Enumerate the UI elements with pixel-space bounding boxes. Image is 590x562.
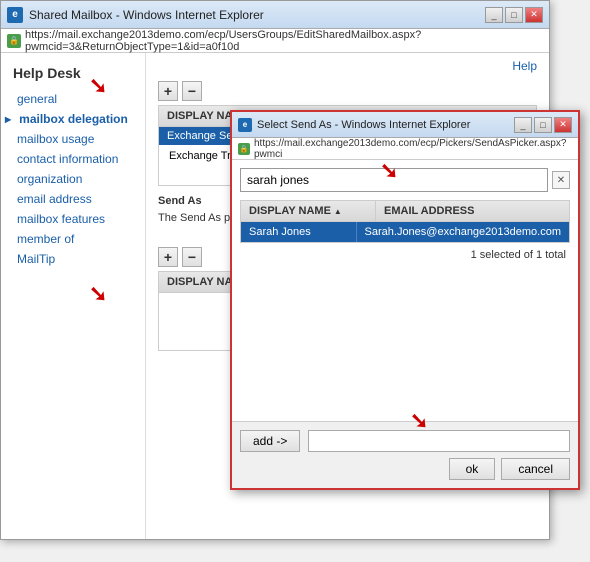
sidebar-email-label: email address bbox=[17, 192, 92, 206]
popup-title-bar: e Select Send As - Windows Internet Expl… bbox=[232, 112, 578, 138]
popup-col-email[interactable]: EMAIL ADDRESS bbox=[376, 201, 569, 221]
close-button[interactable]: ✕ bbox=[525, 7, 543, 23]
cancel-button[interactable]: cancel bbox=[501, 458, 570, 480]
main-title-bar: e Shared Mailbox - Windows Internet Expl… bbox=[1, 1, 549, 29]
sidebar-item-mailbox-delegation[interactable]: mailbox delegation bbox=[1, 109, 145, 129]
sidebar-item-organization[interactable]: organization bbox=[1, 169, 145, 189]
popup-row-name: Sarah Jones bbox=[241, 222, 357, 242]
search-input[interactable] bbox=[240, 168, 548, 192]
col-email-label: EMAIL ADDRESS bbox=[384, 205, 474, 217]
ok-button[interactable]: ok bbox=[449, 458, 496, 480]
main-address-bar: 🔒 https://mail.exchange2013demo.com/ecp/… bbox=[1, 29, 549, 53]
popup-window: e Select Send As - Windows Internet Expl… bbox=[230, 110, 580, 490]
ssl-icon: 🔒 bbox=[7, 34, 21, 48]
window-controls: _ □ ✕ bbox=[485, 7, 543, 23]
minimize-button[interactable]: _ bbox=[485, 7, 503, 23]
popup-actions-row: add -> bbox=[240, 430, 570, 452]
sidebar-item-member-of[interactable]: member of bbox=[1, 229, 145, 249]
sidebar: Help Desk general mailbox delegation mai… bbox=[1, 53, 146, 539]
sidebar-item-mailbox-usage[interactable]: mailbox usage bbox=[1, 129, 145, 149]
sidebar-contact-label: contact information bbox=[17, 152, 118, 166]
popup-ie-icon: e bbox=[238, 118, 252, 132]
popup-status: 1 selected of 1 total bbox=[240, 249, 570, 261]
sidebar-usage-label: mailbox usage bbox=[17, 132, 94, 146]
title-left: e Shared Mailbox - Windows Internet Expl… bbox=[7, 7, 264, 23]
sidebar-delegation-label: mailbox delegation bbox=[19, 112, 128, 126]
sidebar-mailtip-label: MailTip bbox=[17, 252, 55, 266]
add-button-1[interactable]: + bbox=[158, 81, 178, 101]
sidebar-item-general[interactable]: general bbox=[1, 89, 145, 109]
sidebar-item-mailtip[interactable]: MailTip bbox=[1, 249, 145, 269]
sidebar-member-label: member of bbox=[17, 232, 74, 246]
popup-title-text: Select Send As - Windows Internet Explor… bbox=[257, 119, 470, 131]
add-button[interactable]: add -> bbox=[240, 430, 300, 452]
popup-ok-cancel: ok cancel bbox=[240, 458, 570, 480]
popup-window-controls: _ □ ✕ bbox=[514, 117, 572, 133]
search-row: ✕ bbox=[240, 168, 570, 192]
sidebar-item-mailbox-features[interactable]: mailbox features bbox=[1, 209, 145, 229]
popup-table-row[interactable]: Sarah Jones Sarah.Jones@exchange2013demo… bbox=[241, 222, 569, 242]
popup-table-header: DISPLAY NAME EMAIL ADDRESS bbox=[241, 201, 569, 222]
popup-address-bar: 🔒 https://mail.exchange2013demo.com/ecp/… bbox=[232, 138, 578, 160]
help-link[interactable]: Help bbox=[512, 59, 537, 73]
popup-row-email: Sarah.Jones@exchange2013demo.com bbox=[357, 222, 569, 242]
ie-icon: e bbox=[7, 7, 23, 23]
restore-button[interactable]: □ bbox=[505, 7, 523, 23]
sidebar-org-label: organization bbox=[17, 172, 82, 186]
popup-table: DISPLAY NAME EMAIL ADDRESS Sarah Jones S… bbox=[240, 200, 570, 243]
popup-col-displayname[interactable]: DISPLAY NAME bbox=[241, 201, 376, 221]
section1-toolbar: + − bbox=[158, 81, 537, 101]
popup-content: ✕ DISPLAY NAME EMAIL ADDRESS Sarah Jones… bbox=[232, 160, 578, 269]
popup-close-button[interactable]: ✕ bbox=[554, 117, 572, 133]
sidebar-features-label: mailbox features bbox=[17, 212, 105, 226]
arrow2-icon: ➘ bbox=[89, 281, 107, 306]
clear-search-button[interactable]: ✕ bbox=[552, 171, 570, 189]
popup-ssl-icon: 🔒 bbox=[238, 143, 250, 155]
col-name-label: DISPLAY NAME bbox=[249, 205, 331, 217]
main-window-title: Shared Mailbox - Windows Internet Explor… bbox=[29, 8, 264, 22]
sidebar-item-contact-info[interactable]: contact information bbox=[1, 149, 145, 169]
add-result-box bbox=[308, 430, 570, 452]
popup-title-left: e Select Send As - Windows Internet Expl… bbox=[238, 118, 470, 132]
popup-bottom: add -> ok cancel bbox=[232, 421, 578, 488]
popup-restore-button[interactable]: □ bbox=[534, 117, 552, 133]
sidebar-item-email-address[interactable]: email address bbox=[1, 189, 145, 209]
remove-button-1[interactable]: − bbox=[182, 81, 202, 101]
sidebar-general-label: general bbox=[17, 92, 57, 106]
popup-minimize-button[interactable]: _ bbox=[514, 117, 532, 133]
remove-button-2[interactable]: − bbox=[182, 247, 202, 267]
main-url[interactable]: https://mail.exchange2013demo.com/ecp/Us… bbox=[25, 29, 543, 53]
sidebar-title: Help Desk bbox=[1, 61, 145, 89]
add-button-2[interactable]: + bbox=[158, 247, 178, 267]
popup-url[interactable]: https://mail.exchange2013demo.com/ecp/Pi… bbox=[254, 138, 572, 160]
